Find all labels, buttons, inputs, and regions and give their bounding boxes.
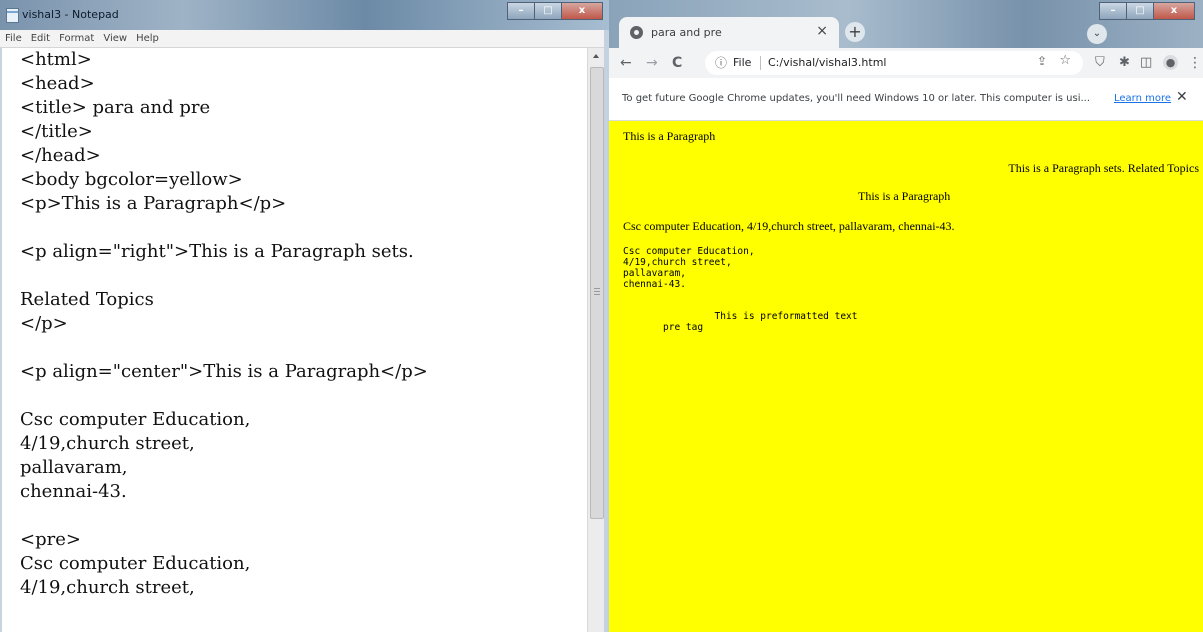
paragraph-right: This is a Paragraph sets. Related Topics <box>1008 161 1199 175</box>
scheme-label: File <box>733 56 752 69</box>
chrome-window: para and pre × + ⌄ – □ x ← → C ⓘ File C:… <box>609 0 1203 632</box>
tab-strip: para and pre × + ⌄ – □ x <box>609 0 1203 48</box>
code-line: <title> para and pre <box>20 97 211 118</box>
chrome-window-controls: – □ x <box>1099 2 1195 20</box>
notepad-window: vishal3 - Notepad – □ x File Edit Format… <box>0 0 609 632</box>
menu-kebab-icon[interactable]: ⋮ <box>1188 54 1202 72</box>
shield-extension-icon[interactable]: ⛉ <box>1095 54 1105 72</box>
code-line: Csc computer Education, <box>20 553 251 574</box>
code-line: <p>This is a Paragraph</p> <box>20 193 287 214</box>
code-line: <body bgcolor=yellow> <box>20 169 243 190</box>
code-line: <pre> <box>20 529 81 550</box>
code-line: </head> <box>20 145 101 166</box>
page-content: This is a Paragraph This is a Paragraph … <box>609 121 1203 632</box>
notepad-menu-bar: File Edit Format View Help <box>0 30 609 48</box>
code-line: <head> <box>20 73 95 94</box>
code-line: <p align="right">This is a Paragraph set… <box>20 241 414 262</box>
menu-help[interactable]: Help <box>131 30 163 47</box>
maximize-button[interactable]: □ <box>534 2 562 20</box>
menu-file[interactable]: File <box>0 30 26 47</box>
close-button[interactable]: x <box>561 2 603 20</box>
code-line: Related Topics <box>20 289 154 310</box>
code-line: <html> <box>20 49 92 70</box>
profile-avatar-icon[interactable]: ● <box>1163 55 1178 70</box>
code-line: <p align="center">This is a Paragraph</p… <box>20 361 428 382</box>
code-line: Csc computer Education, <box>20 409 251 430</box>
paragraph-address: Csc computer Education, 4/19,church stre… <box>623 219 955 233</box>
divider <box>760 56 761 70</box>
info-icon[interactable]: ⓘ <box>715 54 727 71</box>
code-line: </p> <box>20 313 68 334</box>
pre-text: This is preformatted text pre tag <box>663 311 858 333</box>
reload-icon[interactable]: C <box>672 54 682 72</box>
learn-more-link[interactable]: Learn more <box>1114 93 1171 104</box>
address-bar[interactable]: ⓘ File C:/vishal/vishal3.html ⇪ ☆ <box>705 51 1083 75</box>
forward-arrow-icon[interactable]: → <box>646 54 658 72</box>
back-arrow-icon[interactable]: ← <box>620 54 632 72</box>
side-panel-icon[interactable]: ◫ <box>1140 54 1152 72</box>
notepad-title-bar[interactable]: vishal3 - Notepad – □ x <box>0 0 609 30</box>
puzzle-extensions-icon[interactable]: ✱ <box>1119 54 1130 72</box>
notepad-window-controls: – □ x <box>507 2 603 20</box>
pre-address: Csc computer Education, 4/19,church stre… <box>623 246 755 290</box>
notepad-app-icon <box>6 8 19 23</box>
url-text[interactable]: C:/vishal/vishal3.html <box>768 56 886 69</box>
minimize-button[interactable]: – <box>1099 2 1127 20</box>
menu-edit[interactable]: Edit <box>26 30 54 47</box>
scroll-up-arrow-icon[interactable] <box>593 54 599 58</box>
infobar-close-icon[interactable]: ✕ <box>1176 89 1188 105</box>
tab-title: para and pre <box>651 26 722 39</box>
browser-tab[interactable]: para and pre × <box>619 17 839 48</box>
tab-close-icon[interactable]: × <box>816 23 828 39</box>
code-line: pallavaram, <box>20 457 128 478</box>
update-infobar: To get future Google Chrome updates, you… <box>609 78 1203 121</box>
scrollbar-thumb[interactable] <box>590 67 604 519</box>
globe-icon <box>630 26 643 39</box>
code-line: 4/19,church street, <box>20 433 195 454</box>
browser-toolbar: ← → C ⓘ File C:/vishal/vishal3.html ⇪ ☆ … <box>609 48 1203 78</box>
menu-format[interactable]: Format <box>54 30 98 47</box>
notepad-text-area[interactable]: <html> <head> <title> para and pre </tit… <box>0 48 589 632</box>
share-icon[interactable]: ⇪ <box>1037 54 1047 68</box>
paragraph-center: This is a Paragraph <box>858 189 951 203</box>
menu-view[interactable]: View <box>98 30 131 47</box>
code-line: chennai-43. <box>20 481 127 502</box>
code-line: 4/19,church street, <box>20 577 195 598</box>
tab-search-chevron-icon[interactable]: ⌄ <box>1087 24 1107 44</box>
bookmark-star-icon[interactable]: ☆ <box>1059 53 1071 68</box>
new-tab-button[interactable]: + <box>845 22 865 42</box>
infobar-message: To get future Google Chrome updates, you… <box>622 93 1091 104</box>
vertical-scrollbar[interactable] <box>587 48 605 632</box>
code-line: </title> <box>20 121 93 142</box>
maximize-button[interactable]: □ <box>1126 2 1154 20</box>
paragraph-left: This is a Paragraph <box>623 129 716 143</box>
minimize-button[interactable]: – <box>507 2 535 20</box>
close-button[interactable]: x <box>1153 2 1195 20</box>
notepad-title: vishal3 - Notepad <box>22 8 119 21</box>
